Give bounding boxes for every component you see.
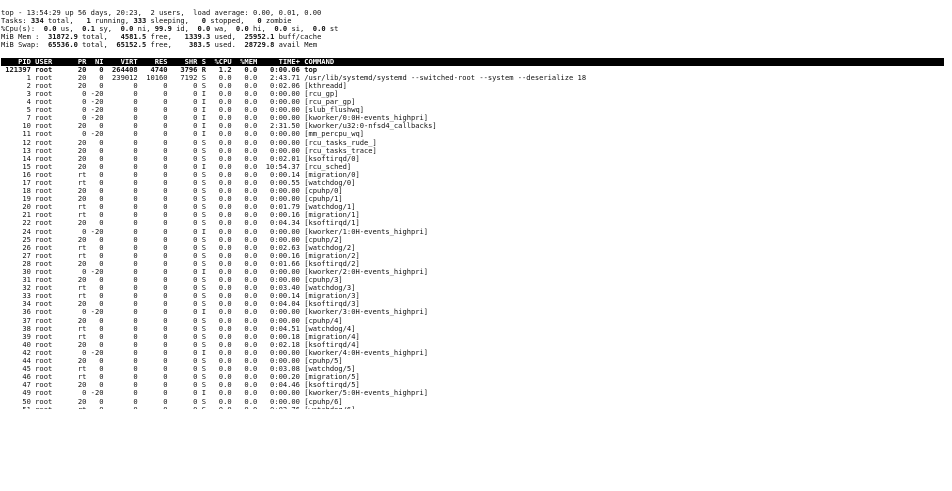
top-terminal[interactable]: top - 13:54:29 up 56 days, 20:23, 2 user… (1, 9, 952, 409)
tasks-sleeping: 333 (133, 17, 147, 26)
swap-line: MiB Swap: 65536.0 total, 65152.5 free, 3… (1, 41, 318, 50)
tasks-total: 334 (30, 17, 44, 26)
uptime-line: top - 13:54:29 up 56 days, 20:23, 2 user… (1, 9, 322, 17)
cpu-line: %Cpu(s): 0.0 us, 0.1 sy, 0.0 ni, 99.9 id… (1, 25, 339, 34)
tasks-line: Tasks: 334 total, 1 running, 333 sleepin… (1, 17, 292, 26)
table-row: 50 root 20 0 0 0 0 S 0.0 0.0 0:00.00 [cp… (1, 396, 343, 406)
mem-line: MiB Mem : 31872.9 total, 4581.5 free, 13… (1, 33, 322, 42)
process-table-body: 121397 root 20 0 264408 4740 3796 R 1.2 … (1, 65, 952, 406)
partial-row: 51 root rt 0 0 0 0 S 0.0 0.0 0:02.76 [wa… (1, 406, 952, 409)
